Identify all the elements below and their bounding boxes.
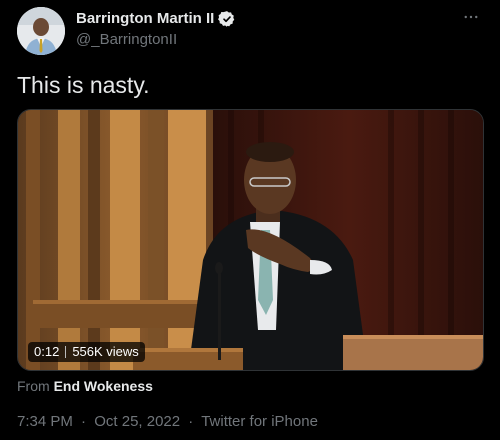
tweet-date[interactable]: Oct 25, 2022 [94, 413, 180, 430]
video-stats-pill: 0:12 556K views [28, 342, 145, 362]
source-prefix: From [17, 378, 50, 394]
verified-badge-icon [218, 10, 236, 28]
author-display-name[interactable]: Barrington Martin II [76, 10, 214, 28]
source-account-link[interactable]: End Wokeness [54, 378, 153, 394]
tweet-text: This is nasty. [17, 72, 150, 98]
author-handle[interactable]: @_BarringtonII [76, 31, 177, 49]
tweet-time[interactable]: 7:34 PM [17, 413, 73, 430]
video-views: 556K views [72, 344, 139, 359]
video-player[interactable] [17, 109, 484, 371]
meta-separator: · [81, 413, 87, 430]
tweet-metadata: 7:34 PM · Oct 25, 2022 · Twitter for iPh… [17, 413, 318, 431]
tweet: Barrington Martin II @_BarringtonII This… [0, 0, 500, 440]
media-source-attribution: From End Wokeness [17, 377, 153, 395]
video-duration: 0:12 [34, 344, 60, 359]
more-options-icon[interactable] [458, 4, 484, 30]
author-name-row: Barrington Martin II [76, 10, 236, 28]
avatar[interactable] [17, 7, 65, 55]
tweet-client[interactable]: Twitter for iPhone [201, 413, 318, 430]
divider [65, 346, 67, 358]
meta-separator: · [188, 413, 194, 430]
